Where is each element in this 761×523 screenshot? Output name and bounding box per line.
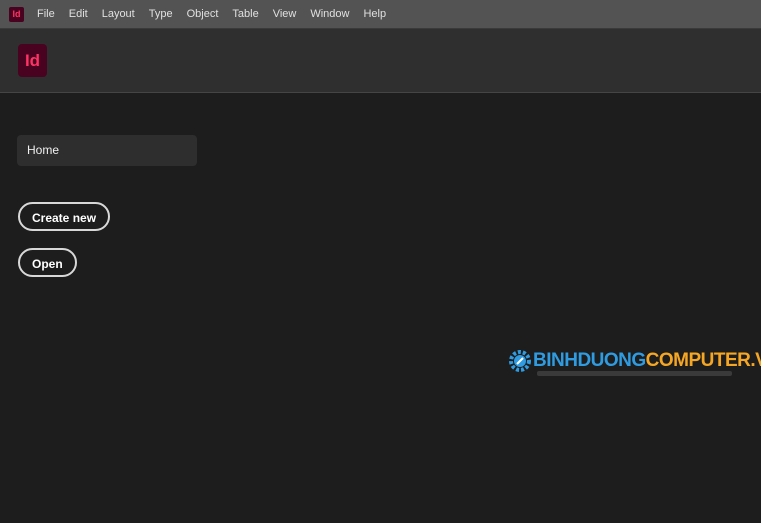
gear-icon xyxy=(509,350,531,372)
menu-help[interactable]: Help xyxy=(356,8,393,20)
watermark-text-1: BINHDUONG xyxy=(533,350,646,371)
menu-edit[interactable]: Edit xyxy=(62,8,95,20)
sidebar-item-home[interactable]: Home xyxy=(17,135,197,166)
indesign-logo: Id xyxy=(18,44,47,77)
create-new-button[interactable]: Create new xyxy=(18,202,111,231)
menu-object[interactable]: Object xyxy=(180,8,226,20)
watermark-logo: BINHDUONGCOMPUTER.VN xyxy=(507,348,761,376)
open-button[interactable]: Open xyxy=(18,248,77,277)
watermark-tagline xyxy=(537,371,732,376)
menu-table[interactable]: Table xyxy=(225,8,265,20)
menu-type[interactable]: Type xyxy=(142,8,180,20)
watermark-text-2: COMPUTER.VN xyxy=(645,350,761,371)
menu-view[interactable]: View xyxy=(266,8,304,20)
menu-layout[interactable]: Layout xyxy=(95,8,142,20)
menu-bar: Id File Edit Layout Type Object Table Vi… xyxy=(0,0,761,29)
indesign-app-icon: Id xyxy=(9,6,24,22)
menu-window[interactable]: Window xyxy=(303,8,356,20)
home-header: Id xyxy=(0,29,761,93)
menu-file[interactable]: File xyxy=(30,8,62,20)
